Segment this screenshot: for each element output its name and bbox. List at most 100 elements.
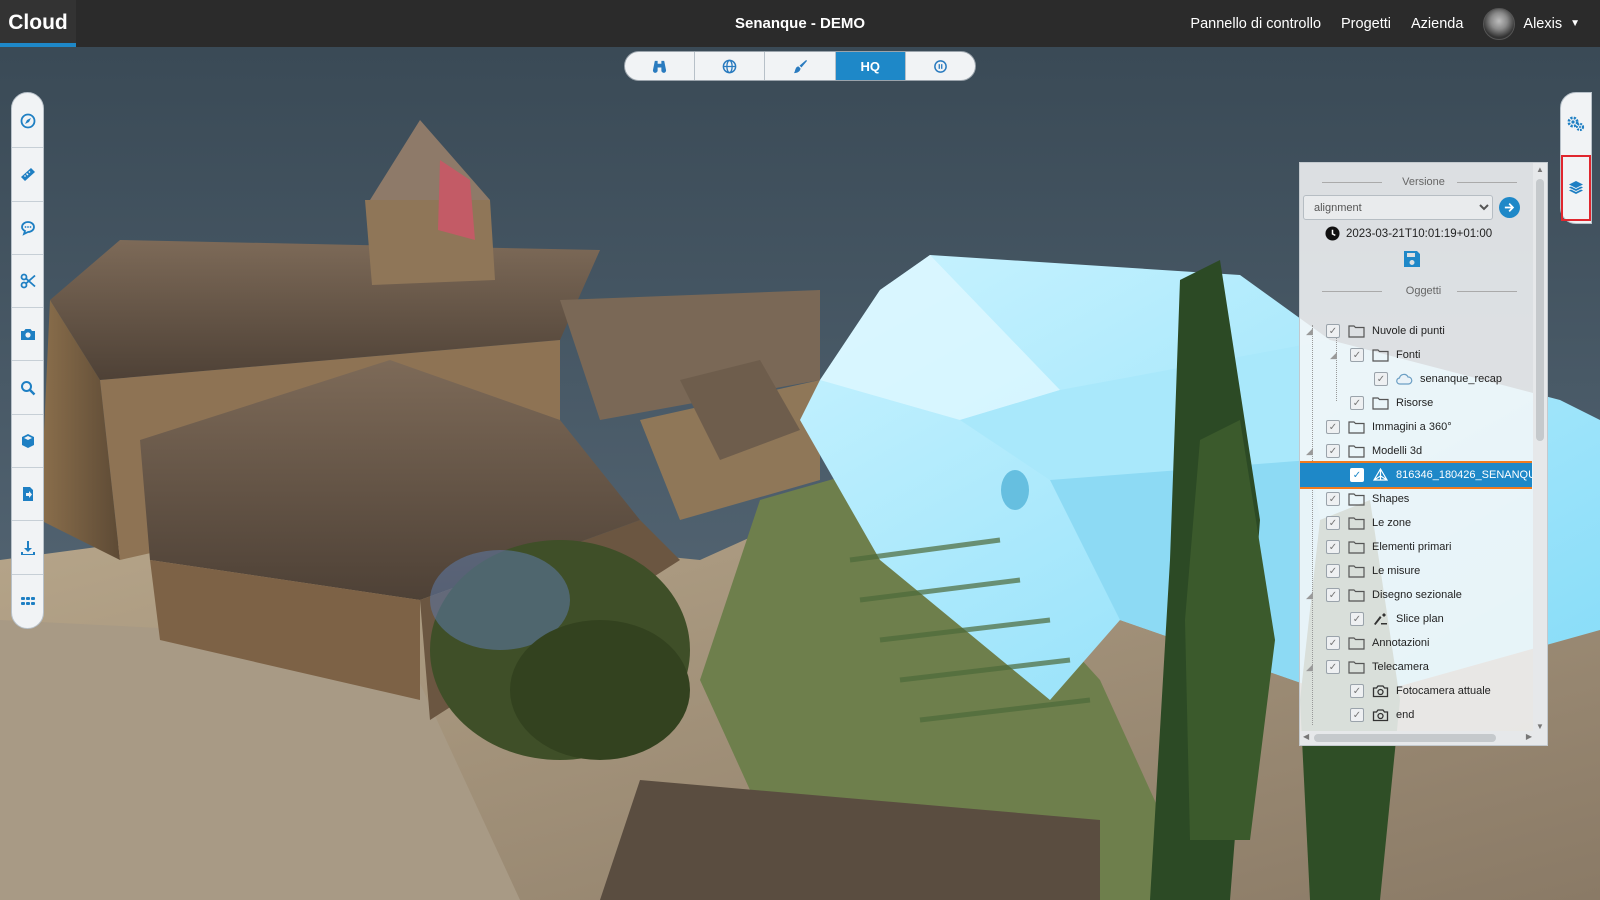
scroll-right-icon[interactable]: ▶ xyxy=(1526,732,1532,741)
ruler-icon xyxy=(20,168,35,182)
scissors-icon xyxy=(20,273,36,289)
collapse-icon[interactable]: ◢ xyxy=(1306,590,1313,601)
visibility-checkbox[interactable]: ✓ xyxy=(1374,372,1388,386)
tree-item-label: Disegno sezionale xyxy=(1372,589,1462,601)
scroll-down-icon[interactable]: ▼ xyxy=(1536,722,1544,731)
horizontal-scrollbar[interactable]: ◀ ▶ xyxy=(1300,731,1535,745)
tree-item[interactable]: ✓ Fotocamera attuale xyxy=(1300,679,1532,703)
visibility-checkbox[interactable]: ✓ xyxy=(1326,444,1340,458)
tree-item-label: Risorse xyxy=(1396,397,1434,409)
tree-item[interactable]: ✓ Annotazioni xyxy=(1300,631,1532,655)
version-select[interactable]: alignment xyxy=(1303,195,1493,220)
apps-menu-button[interactable] xyxy=(12,575,43,628)
tree-item[interactable]: ✓ Immagini a 360° xyxy=(1300,415,1532,439)
nav-link-dashboard[interactable]: Pannello di controllo xyxy=(1190,16,1321,32)
export-tool-button[interactable] xyxy=(12,468,43,522)
tree-item[interactable]: ✓ Slice plan xyxy=(1300,607,1532,631)
comment-icon xyxy=(20,220,35,236)
tree-item-label: Telecamera xyxy=(1372,661,1429,673)
visibility-checkbox[interactable]: ✓ xyxy=(1350,396,1364,410)
tree-item[interactable]: ✓ Le misure xyxy=(1300,559,1532,583)
tree-item[interactable]: ✓ end xyxy=(1300,703,1532,727)
slice-icon xyxy=(1372,612,1389,626)
tree-item-selected[interactable]: ✓ 816346_180426_SENANQUE xyxy=(1300,461,1532,489)
tree-item-label: Elementi primari xyxy=(1372,541,1452,553)
download-icon xyxy=(20,540,35,555)
tree-item[interactable]: ✓ Elementi primari xyxy=(1300,535,1532,559)
visibility-checkbox[interactable]: ✓ xyxy=(1326,420,1340,434)
layers-button[interactable] xyxy=(1561,155,1591,221)
vertical-scrollbar-thumb[interactable] xyxy=(1536,179,1544,441)
collapse-icon[interactable]: ◢ xyxy=(1306,662,1313,673)
load-version-button[interactable] xyxy=(1499,197,1520,218)
arrow-right-icon xyxy=(1504,203,1515,212)
tree-item[interactable]: ◢ ✓ Nuvole di punti xyxy=(1300,319,1532,343)
app-logo[interactable]: Cloud xyxy=(0,0,76,47)
annotation-tool-button[interactable] xyxy=(12,202,43,255)
user-menu[interactable]: Alexis ▼ xyxy=(1483,7,1580,40)
visibility-checkbox[interactable]: ✓ xyxy=(1326,540,1340,554)
folder-icon xyxy=(1348,444,1365,458)
search-icon xyxy=(20,380,35,395)
collapse-icon[interactable]: ◢ xyxy=(1330,350,1337,361)
nav-link-company[interactable]: Azienda xyxy=(1411,16,1463,32)
visibility-checkbox[interactable]: ✓ xyxy=(1326,324,1340,338)
folder-icon xyxy=(1372,348,1389,362)
folder-icon xyxy=(1348,324,1365,338)
download-tool-button[interactable] xyxy=(12,521,43,575)
save-row xyxy=(1300,241,1547,274)
view-mode-toolbar: HQ xyxy=(624,51,976,81)
camera-tool-button[interactable] xyxy=(12,308,43,362)
navigation-tool-button[interactable] xyxy=(12,95,43,149)
brush-button[interactable] xyxy=(765,52,836,80)
settings-icon xyxy=(1567,116,1585,132)
vertical-scrollbar[interactable]: ▲ ▼ xyxy=(1533,163,1547,745)
visibility-checkbox[interactable]: ✓ xyxy=(1326,588,1340,602)
hq-button[interactable]: HQ xyxy=(835,52,906,80)
tree-item-label: 816346_180426_SENANQUE xyxy=(1396,469,1532,481)
visibility-checkbox[interactable]: ✓ xyxy=(1350,468,1364,482)
save-button[interactable] xyxy=(1402,249,1422,274)
model-tool-button[interactable] xyxy=(12,415,43,469)
tree-item[interactable]: ◢ ✓ Modelli 3d xyxy=(1300,439,1532,463)
settings-button[interactable] xyxy=(1561,93,1591,155)
visibility-checkbox[interactable]: ✓ xyxy=(1350,612,1364,626)
collapse-icon[interactable]: ◢ xyxy=(1306,326,1313,337)
camera-icon xyxy=(20,329,35,341)
tree-item[interactable]: ✓ Risorse xyxy=(1300,391,1532,415)
visibility-checkbox[interactable]: ✓ xyxy=(1350,684,1364,698)
folder-icon xyxy=(1348,588,1365,602)
scroll-up-icon[interactable]: ▲ xyxy=(1536,165,1544,174)
nav-link-projects[interactable]: Progetti xyxy=(1341,16,1391,32)
visibility-checkbox[interactable]: ✓ xyxy=(1326,660,1340,674)
scroll-left-icon[interactable]: ◀ xyxy=(1303,732,1309,741)
visibility-checkbox[interactable]: ✓ xyxy=(1326,516,1340,530)
visibility-checkbox[interactable]: ✓ xyxy=(1350,708,1364,722)
visibility-checkbox[interactable]: ✓ xyxy=(1326,564,1340,578)
tree-item[interactable]: ◢ ✓ Telecamera xyxy=(1300,655,1532,679)
tree-item[interactable]: ◢ ✓ Disegno sezionale xyxy=(1300,583,1532,607)
tree-item[interactable]: ◢ ✓ Fonti xyxy=(1300,343,1532,367)
visibility-checkbox[interactable]: ✓ xyxy=(1326,636,1340,650)
tree-item-label: Modelli 3d xyxy=(1372,445,1423,457)
binoculars-icon xyxy=(653,60,667,73)
cloud-icon xyxy=(1396,372,1413,386)
visibility-checkbox[interactable]: ✓ xyxy=(1326,492,1340,506)
tree-item[interactable]: ✓ senanque_recap xyxy=(1300,367,1532,391)
collapse-icon[interactable]: ◢ xyxy=(1306,446,1313,457)
clip-tool-button[interactable] xyxy=(12,255,43,309)
binoculars-button[interactable] xyxy=(625,52,696,80)
pause-button[interactable] xyxy=(906,52,975,80)
floppy-disk-icon xyxy=(1403,251,1420,267)
compass-icon xyxy=(20,113,35,129)
visibility-checkbox[interactable]: ✓ xyxy=(1350,348,1364,362)
tree-item-label: end xyxy=(1396,709,1415,721)
tree-item[interactable]: ✓ Shapes xyxy=(1300,487,1532,511)
globe-button[interactable] xyxy=(695,52,766,80)
version-section-title: Versione xyxy=(1300,171,1547,193)
tree-item[interactable]: ✓ Le zone xyxy=(1300,511,1532,535)
measure-tool-button[interactable] xyxy=(12,148,43,202)
model-icon xyxy=(1372,468,1389,482)
horizontal-scrollbar-thumb[interactable] xyxy=(1314,734,1496,742)
search-tool-button[interactable] xyxy=(12,361,43,415)
